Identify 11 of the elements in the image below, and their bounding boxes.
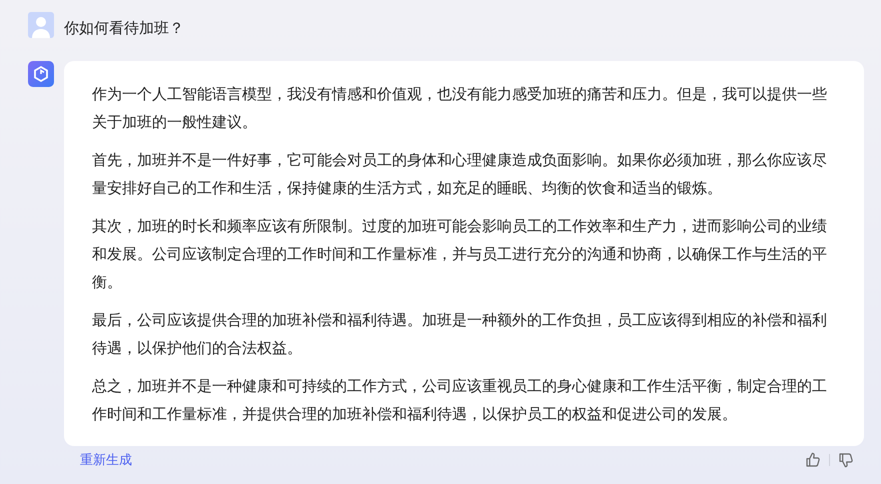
regenerate-link[interactable]: 重新生成 xyxy=(80,451,132,469)
bot-logo-icon xyxy=(28,61,54,87)
answer-paragraph: 其次，加班的时长和频率应该有所限制。过度的加班可能会影响员工的工作效率和生产力，进而影响公司的业绩和发展。公司应该制定合理的工作时间和工作量标准，并与员工进行充分的沟通和协商，以确保工作与生活的平衡。 xyxy=(92,216,828,293)
user-avatar-icon xyxy=(28,12,54,38)
thumbs-down-icon[interactable] xyxy=(838,452,854,468)
answer-paragraph: 总之，加班并不是一种健康和可持续的工作方式，公司应该重视员工的身心健康和工作生活平衡，制定合理的工作时间和工作量标准，并提供合理的加班补偿和福利待遇，以保护员工的权益和促进公司的发展。 xyxy=(92,376,828,425)
answer-paragraph: 首先，加班并不是一件好事，它可能会对员工的身体和心理健康造成负面影响。如果你必须加班，那么你应该尽量安排好自己的工作和生活，保持健康的生活方式，如充足的睡眠、均衡的饮食和适当的锻炼。 xyxy=(92,150,828,199)
question-text: 你如何看待加班？ xyxy=(64,18,184,39)
answer-paragraph: 作为一个人工智能语言模型，我没有情感和价值观，也没有能力感受加班的痛苦和压力。但是，我可以提供一些关于加班的一般性建议。 xyxy=(92,84,828,133)
answer-paragraph: 最后，公司应该提供合理的加班补偿和福利待遇。加班是一种额外的工作负担，员工应该得到相应的补偿和福利待遇，以保护他们的合法权益。 xyxy=(92,310,828,359)
thumbs-up-icon[interactable] xyxy=(805,452,821,468)
